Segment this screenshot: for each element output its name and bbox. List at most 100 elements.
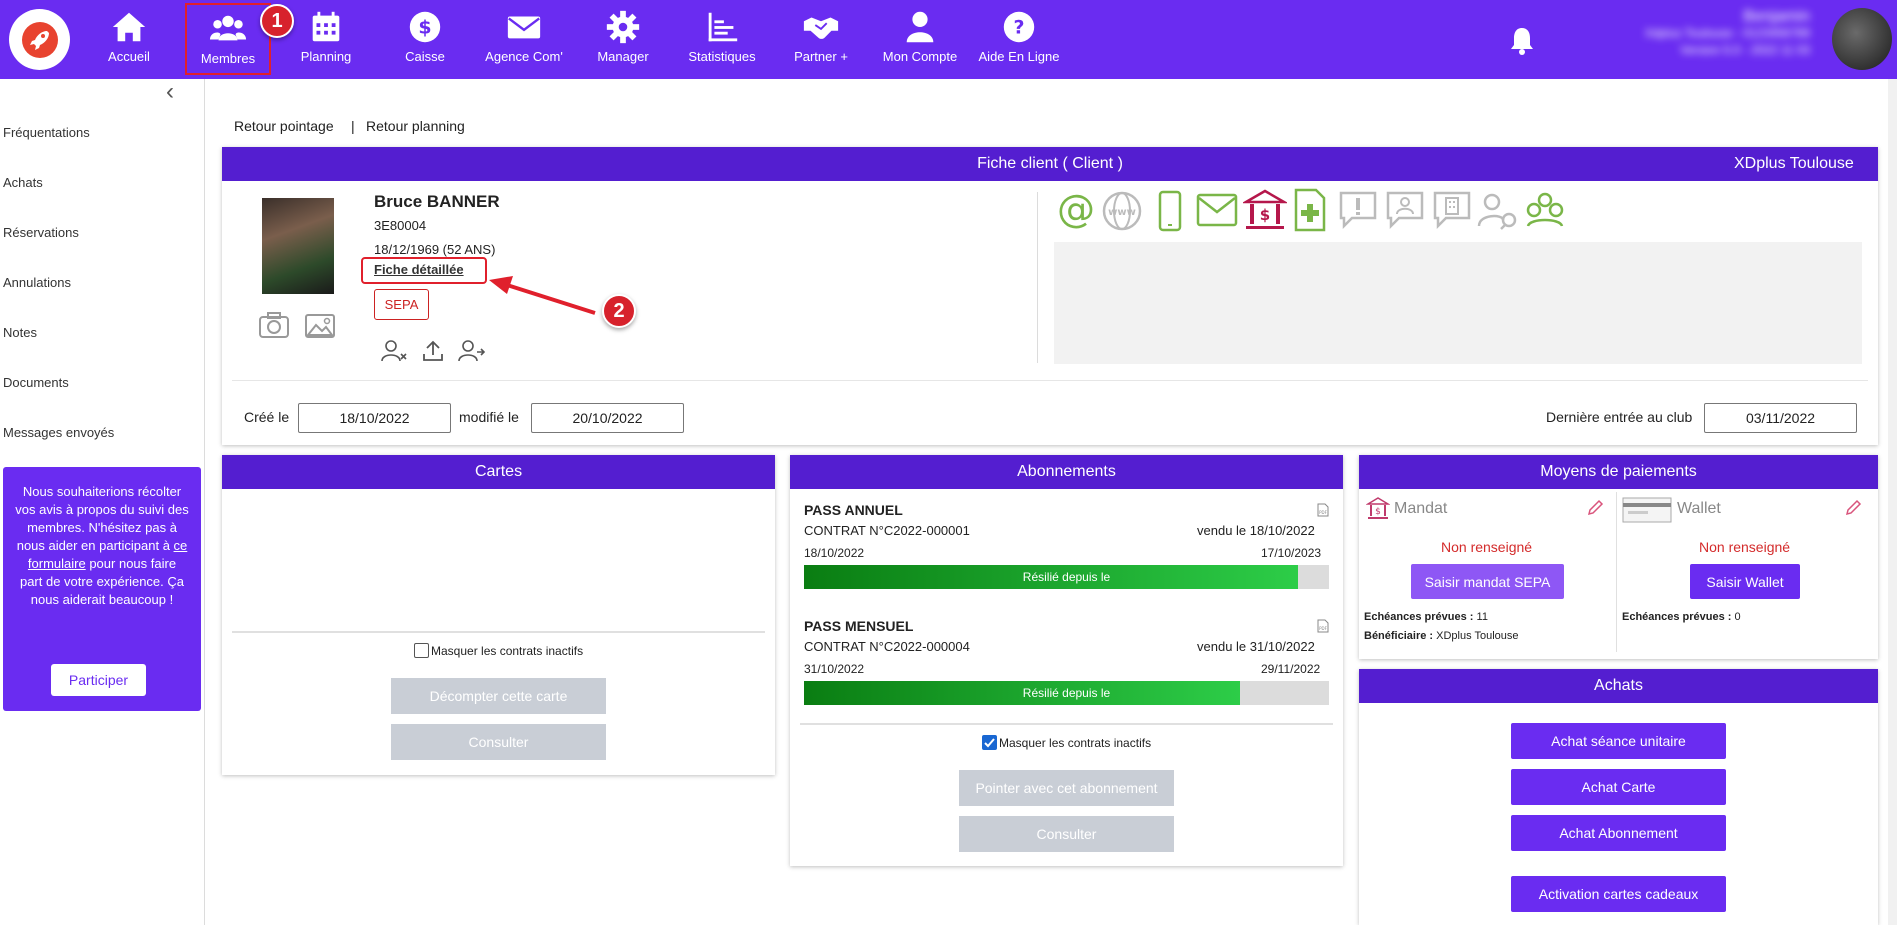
credit-card-icon (1622, 497, 1672, 523)
achat-carte-button[interactable]: Achat Carte (1511, 769, 1726, 805)
sidebar-item-achats[interactable]: Achats (3, 175, 43, 190)
subscription-sold-date: vendu le 18/10/2022 (1197, 523, 1315, 538)
camera-icon[interactable] (258, 311, 290, 339)
svg-text:PDF: PDF (1319, 510, 1327, 515)
mobile-phone-icon[interactable] (1155, 190, 1185, 232)
app-logo[interactable] (9, 9, 70, 70)
contact-message-icon[interactable] (1385, 190, 1425, 230)
nav-label: Aide En Ligne (978, 49, 1060, 64)
cartes-consulter-button[interactable]: Consulter (391, 724, 606, 760)
bank-icon[interactable]: $ (1243, 188, 1287, 232)
sepa-badge: SEPA (374, 289, 429, 320)
mandat-label: Mandat (1394, 500, 1448, 517)
abonnements-header: Abonnements (790, 455, 1343, 489)
nav-statistiques[interactable]: Statistiques (673, 0, 771, 79)
last-entry-date-field[interactable]: 03/11/2022 (1704, 403, 1857, 433)
group-icon[interactable] (1524, 190, 1566, 230)
nav-planning[interactable]: Planning (277, 0, 375, 79)
pencil-edit-icon[interactable] (1844, 499, 1862, 517)
pointer-abonnement-button[interactable]: Pointer avec cet abonnement (959, 770, 1174, 806)
upload-icon[interactable] (421, 339, 445, 363)
activation-cartes-cadeaux-button[interactable]: Activation cartes cadeaux (1511, 876, 1726, 912)
echeances-value: 0 (1734, 611, 1741, 623)
email-at-icon[interactable]: @ (1054, 188, 1098, 232)
sidebar-item-documents[interactable]: Documents (3, 375, 69, 390)
echeances-label: Echéances prévues : (1364, 611, 1474, 623)
nav-label: Statistiques (688, 49, 756, 64)
mandat-beneficiaire: Bénéficiaire : XDplus Toulouse (1364, 630, 1519, 642)
subscription-sold-date: vendu le 31/10/2022 (1197, 639, 1315, 654)
rocket-icon (21, 21, 58, 58)
medical-document-icon[interactable] (1292, 188, 1328, 232)
avatar[interactable] (1832, 8, 1892, 70)
company-message-icon[interactable] (1432, 190, 1472, 230)
page-scrollbar[interactable] (1888, 79, 1897, 925)
nav-aide-en-ligne[interactable]: ? Aide En Ligne (970, 0, 1068, 79)
sidebar-item-annulations[interactable]: Annulations (3, 275, 71, 290)
wallet-echeances: Echéances prévues : 0 (1622, 611, 1741, 623)
collapse-sidebar-chevron-icon[interactable]: ‹ (166, 80, 188, 104)
subscription-start: 31/10/2022 (804, 662, 865, 676)
pdf-icon[interactable]: PDF (1317, 503, 1329, 517)
abonnements-consulter-button[interactable]: Consulter (959, 816, 1174, 852)
client-photo (262, 198, 334, 294)
saisir-wallet-button[interactable]: Saisir Wallet (1690, 564, 1800, 599)
feedback-text: Nous souhaiterions récolter vos avis à p… (15, 484, 189, 553)
sidebar-item-reservations[interactable]: Réservations (3, 225, 79, 240)
svg-text:$: $ (1375, 507, 1381, 517)
participer-button[interactable]: Participer (51, 664, 146, 696)
saisir-mandat-sepa-button[interactable]: Saisir mandat SEPA (1411, 564, 1564, 599)
modified-date-field[interactable]: 20/10/2022 (531, 403, 684, 433)
pencil-edit-icon[interactable] (1586, 499, 1604, 517)
retour-pointage-link[interactable]: Retour pointage (234, 118, 334, 134)
envelope-icon[interactable] (1195, 192, 1239, 228)
svg-text:$: $ (1260, 206, 1270, 224)
divider (800, 723, 1333, 725)
abonnements-mask-checkbox[interactable] (982, 735, 997, 750)
fiche-detaillee-link[interactable]: Fiche détaillée (374, 262, 464, 277)
alert-message-icon[interactable] (1338, 190, 1378, 230)
club-name: XDplus Toulouse (1734, 155, 1854, 172)
user-transfer-icon[interactable] (457, 339, 487, 363)
user-club: Xdplus Toulouse - 0123456789 (1644, 26, 1810, 40)
achat-seance-unitaire-button[interactable]: Achat séance unitaire (1511, 723, 1726, 759)
decompter-carte-button[interactable]: Décompter cette carte (391, 678, 606, 714)
gear-icon (606, 10, 640, 44)
fiche-client-header: Fiche client ( Client ) (222, 147, 1878, 181)
bell-icon[interactable] (1508, 25, 1536, 55)
image-icon[interactable] (304, 313, 336, 339)
nav-agence-com[interactable]: Agence Com' (475, 0, 573, 79)
home-icon (112, 12, 146, 42)
nav-manager[interactable]: Manager (574, 0, 672, 79)
user-remove-icon[interactable] (380, 339, 408, 363)
user-name: Benjamin (1743, 8, 1810, 25)
achats-title: Achats (1594, 677, 1643, 694)
last-entry-label: Dernière entrée au club (1546, 409, 1693, 425)
handshake-icon (803, 17, 839, 39)
abonnements-mask-label: Masquer les contrats inactifs (999, 736, 1152, 750)
nav-caisse[interactable]: $ Caisse (376, 0, 474, 79)
achat-abonnement-button[interactable]: Achat Abonnement (1511, 815, 1726, 851)
divider (1037, 192, 1038, 363)
svg-text:PDF: PDF (1319, 626, 1327, 631)
pdf-icon[interactable]: PDF (1317, 619, 1329, 633)
website-globe-icon[interactable]: www (1101, 190, 1143, 232)
sidebar-item-frequentations[interactable]: Fréquentations (3, 125, 90, 140)
created-date-field[interactable]: 18/10/2022 (298, 403, 451, 433)
nav-mon-compte[interactable]: Mon Compte (871, 0, 969, 79)
cartes-header: Cartes (222, 455, 775, 489)
annotation-arrow-icon (489, 276, 596, 315)
nav-accueil[interactable]: Accueil (80, 0, 178, 79)
retour-planning-link[interactable]: Retour planning (366, 118, 465, 134)
user-search-icon[interactable] (1477, 192, 1519, 230)
subscription-start: 18/10/2022 (804, 546, 865, 560)
nav-label: Manager (597, 49, 649, 64)
nav-membres[interactable]: Membres (185, 3, 271, 75)
nav-partner[interactable]: Partner + (772, 0, 870, 79)
annotation-badge-2: 2 (602, 294, 636, 328)
beneficiaire-label: Bénéficiaire : (1364, 630, 1434, 642)
cartes-mask-checkbox[interactable] (414, 643, 429, 658)
sidebar-item-messages[interactable]: Messages envoyés (3, 425, 114, 440)
beneficiaire-value: XDplus Toulouse (1436, 630, 1519, 642)
sidebar-item-notes[interactable]: Notes (3, 325, 37, 340)
